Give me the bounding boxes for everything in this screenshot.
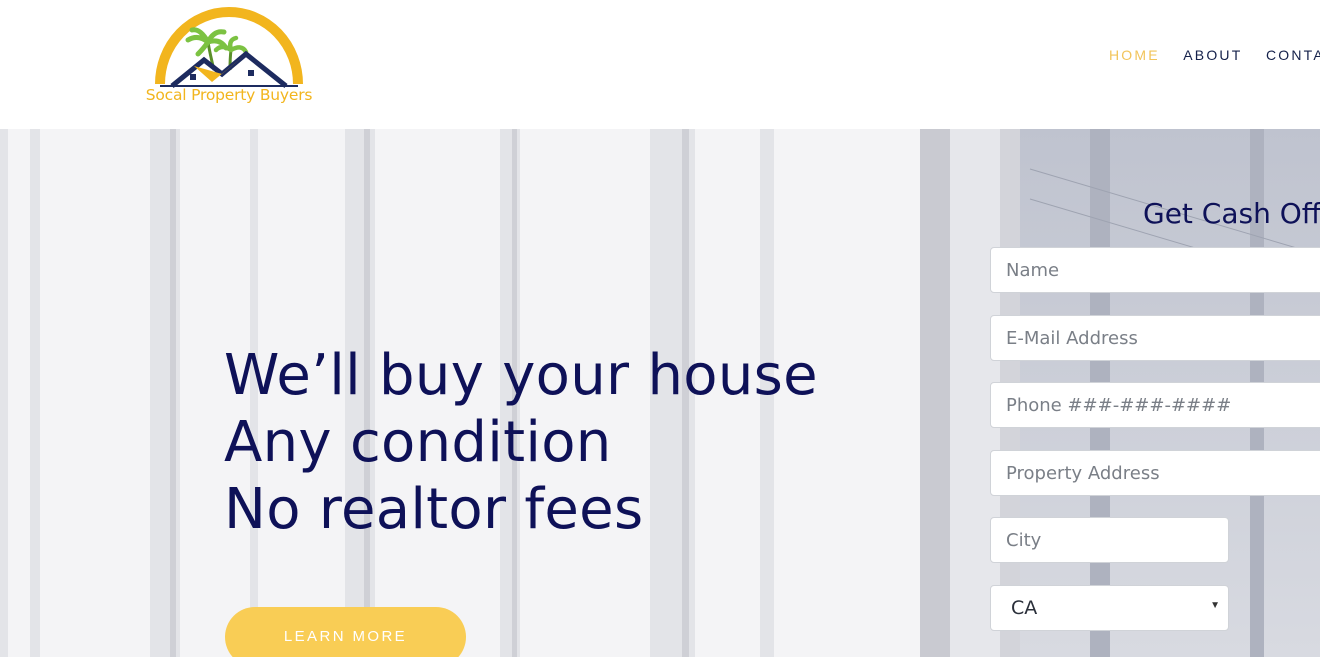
- site-logo[interactable]: Socal Property Buyers: [138, 4, 320, 110]
- logo-text: Socal Property Buyers: [145, 86, 313, 104]
- headline-line-3: No realtor fees: [224, 477, 644, 542]
- nav-home[interactable]: HOME: [1109, 47, 1160, 63]
- main-nav: HOME ABOUT CONTA: [1109, 47, 1320, 65]
- city-field[interactable]: [990, 517, 1229, 563]
- form-title: Get Cash Off: [1143, 197, 1320, 230]
- name-field[interactable]: [990, 247, 1320, 293]
- email-field[interactable]: [990, 315, 1320, 361]
- phone-field[interactable]: [990, 382, 1320, 428]
- learn-more-button[interactable]: LEARN MORE: [225, 607, 466, 657]
- property-address-field[interactable]: [990, 450, 1320, 496]
- headline-line-2: Any condition: [224, 410, 612, 475]
- state-select-value: CA: [1011, 597, 1038, 619]
- state-select[interactable]: CA ▼: [990, 585, 1229, 631]
- headline-line-1: We’ll buy your house: [224, 343, 818, 408]
- logo-graphic: [155, 7, 303, 88]
- dropdown-caret-icon: ▼: [1210, 600, 1220, 611]
- nav-contact[interactable]: CONTA: [1266, 47, 1320, 63]
- site-header: Socal Property Buyers HOME ABOUT CONTA: [0, 0, 1320, 129]
- hero-section: We’ll buy your house Any condition No re…: [0, 129, 1320, 657]
- nav-about[interactable]: ABOUT: [1183, 47, 1242, 63]
- hero-headline: We’ll buy your house Any condition No re…: [224, 342, 818, 543]
